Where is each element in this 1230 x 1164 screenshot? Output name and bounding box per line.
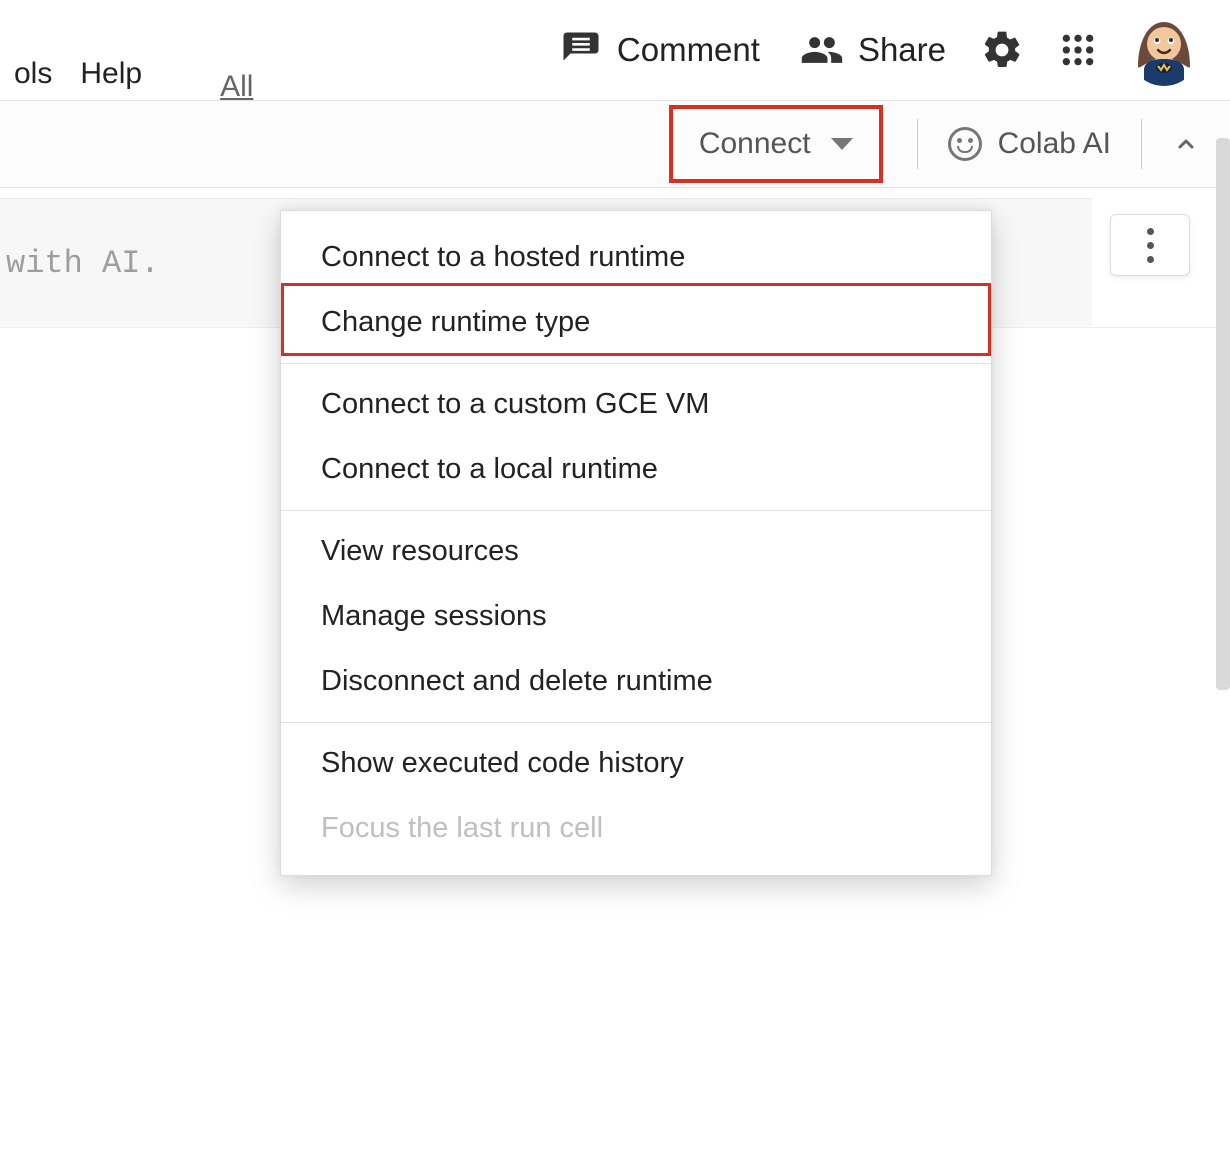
scrollbar-thumb[interactable] [1216,138,1230,690]
top-toolbar: ols Help All changes Comment Share [0,0,1230,100]
menu-item[interactable]: Change runtime type [281,290,991,355]
comment-icon [559,28,603,72]
apps-grid-icon [1056,28,1100,72]
menu-item[interactable]: Disconnect and delete runtime [281,649,991,714]
menu-tools[interactable]: ols [0,57,66,97]
menu-bar: ols Help All changes [0,0,294,100]
menu-item[interactable]: Connect to a custom GCE VM [281,372,991,437]
cell-more-button[interactable] [1110,214,1190,276]
divider [917,119,918,169]
all-changes-saved[interactable]: All changes [180,70,293,100]
menu-item: Focus the last run cell [281,796,991,861]
comment-label: Comment [617,31,760,69]
connect-button[interactable]: Connect [669,105,883,183]
code-placeholder: with AI. [6,245,160,282]
menu-separator [281,722,991,723]
menu-item[interactable]: Show executed code history [281,731,991,796]
share-icon [800,28,844,72]
menu-help[interactable]: Help [66,57,156,97]
collapse-button[interactable] [1162,120,1210,168]
menu-separator [281,363,991,364]
share-label: Share [858,31,946,69]
connect-label: Connect [699,127,811,161]
gear-icon [980,28,1024,72]
connect-dropdown: Connect to a hosted runtimeChange runtim… [280,210,992,876]
colab-ai-label: Colab AI [998,127,1111,161]
colab-ai-button[interactable]: Colab AI [938,127,1121,161]
share-button[interactable]: Share [780,28,966,72]
divider [1141,119,1142,169]
apps-button[interactable] [1038,28,1118,72]
comment-button[interactable]: Comment [539,28,780,72]
user-avatar[interactable] [1128,14,1200,86]
colab-ai-icon [948,127,982,161]
menu-item[interactable]: Manage sessions [281,584,991,649]
more-vert-icon [1147,228,1154,263]
all-changes-line1: All [180,70,293,100]
scrollbar[interactable] [1208,138,1230,694]
menu-item[interactable]: Connect to a local runtime [281,437,991,502]
runtime-bar: Connect Colab AI [0,100,1230,188]
menu-item[interactable]: Connect to a hosted runtime [281,225,991,290]
caret-down-icon [831,138,853,150]
settings-button[interactable] [966,28,1038,72]
menu-item[interactable]: View resources [281,519,991,584]
menu-separator [281,510,991,511]
